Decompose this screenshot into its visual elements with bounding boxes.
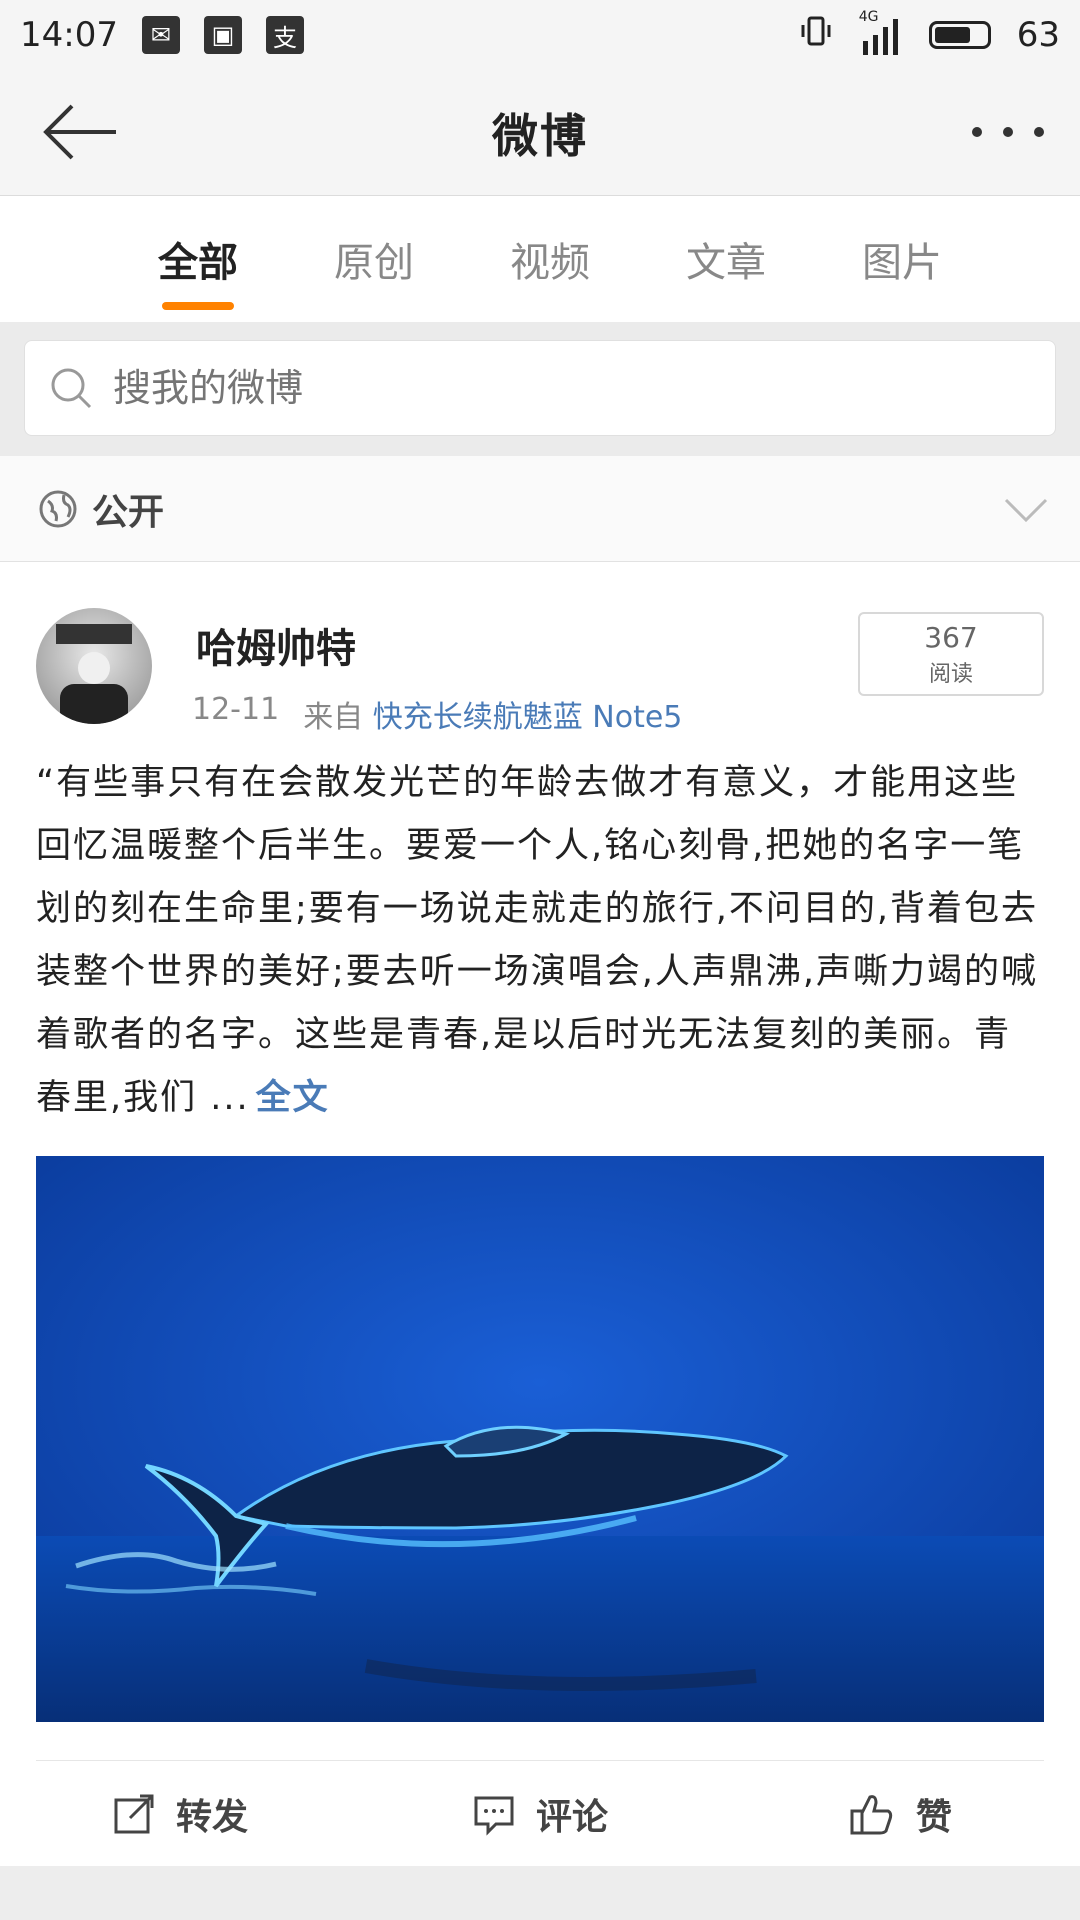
tab-label: 原创 [334, 240, 414, 286]
thumbs-up-icon [850, 1795, 893, 1835]
comment-label: 评论 [535, 1797, 608, 1838]
post-date: 12-11 [192, 692, 280, 727]
image-icon: ▣ [203, 16, 242, 54]
avatar[interactable] [36, 608, 152, 724]
visibility-selector[interactable]: 公开 [0, 456, 1080, 562]
tab-label: 视频 [510, 240, 590, 286]
globe-icon [39, 490, 77, 527]
active-tab-indicator [162, 302, 234, 310]
alipay-icon: 支 [265, 16, 304, 54]
mail-icon: ✉ [141, 16, 180, 54]
more-dot-icon [972, 127, 982, 137]
post-source[interactable]: 快充长续航魅蓝 Note5 [373, 700, 683, 735]
post-body: “有些事只有在会散发光芒的年龄去做才有意义，才能用这些回忆温暖整个后半生。要爱一… [36, 763, 1039, 1118]
avatar-head-shape [78, 652, 110, 684]
tab-label: 图片 [862, 240, 942, 286]
tab-video[interactable]: 视频 [462, 196, 638, 322]
title-bar: 微博 [0, 70, 1080, 196]
status-bar: 14:07 ✉ ▣ 支 4G 63 [0, 0, 1080, 70]
search-area [0, 322, 1080, 456]
tab-article[interactable]: 文章 [638, 196, 814, 322]
post-source-prefix: 来自 [303, 700, 364, 735]
read-count: 367 [924, 620, 978, 654]
visibility-label: 公开 [92, 491, 165, 533]
tab-original[interactable]: 原创 [286, 196, 462, 322]
post-meta: 12-11 来自 快充长续航魅蓝 Note5 [192, 692, 682, 736]
vibrate-icon [799, 14, 833, 57]
like-button[interactable]: 赞 [720, 1788, 1080, 1840]
bottom-background [0, 1866, 1080, 1920]
like-label: 赞 [915, 1797, 952, 1838]
post-actions: 转发 评论 赞 [0, 1762, 1080, 1866]
repost-button[interactable]: 转发 [0, 1788, 360, 1840]
status-time: 14:07 [20, 15, 118, 55]
repost-label: 转发 [175, 1797, 248, 1838]
tab-image[interactable]: 图片 [814, 196, 990, 322]
comment-icon [474, 1796, 514, 1836]
tab-label: 文章 [686, 240, 766, 286]
search-icon [51, 368, 92, 409]
back-arrow-icon [43, 104, 116, 160]
whale-illustration [36, 1156, 1044, 1722]
back-button[interactable] [40, 100, 120, 164]
battery-level: 63 [1016, 15, 1060, 55]
post-text: “有些事只有在会散发光芒的年龄去做才有意义，才能用这些回忆温暖整个后半生。要爱一… [36, 752, 1046, 1130]
tab-all[interactable]: 全部 [110, 196, 286, 322]
comment-button[interactable]: 评论 [360, 1788, 720, 1840]
full-text-link[interactable]: 全文 [256, 1078, 330, 1118]
battery-icon [928, 21, 991, 49]
search-input[interactable] [111, 365, 911, 411]
more-dot-icon [1034, 127, 1044, 137]
post-image-whale[interactable] [36, 1156, 1044, 1722]
avatar-board-shape [56, 624, 132, 644]
page-title: 微博 [492, 108, 588, 163]
chevron-down-icon[interactable] [1002, 486, 1050, 534]
post-username[interactable]: 哈姆帅特 [196, 616, 356, 674]
filter-tabs: 全部 原创 视频 文章 图片 [0, 196, 1080, 322]
read-label: 阅读 [928, 661, 973, 687]
more-button[interactable] [972, 114, 1044, 150]
avatar-body-shape [60, 684, 128, 724]
tab-label: 全部 [158, 240, 238, 286]
search-box[interactable] [24, 340, 1056, 436]
post-divider [36, 1760, 1044, 1761]
more-dot-icon [1003, 127, 1013, 137]
weibo-post: 哈姆帅特 12-11 来自 快充长续航魅蓝 Note5 367 阅读 “有些事只… [0, 562, 1080, 1866]
repost-icon [114, 1794, 154, 1834]
signal-icon: 4G [859, 9, 903, 55]
read-count-badge: 367 阅读 [858, 612, 1044, 696]
